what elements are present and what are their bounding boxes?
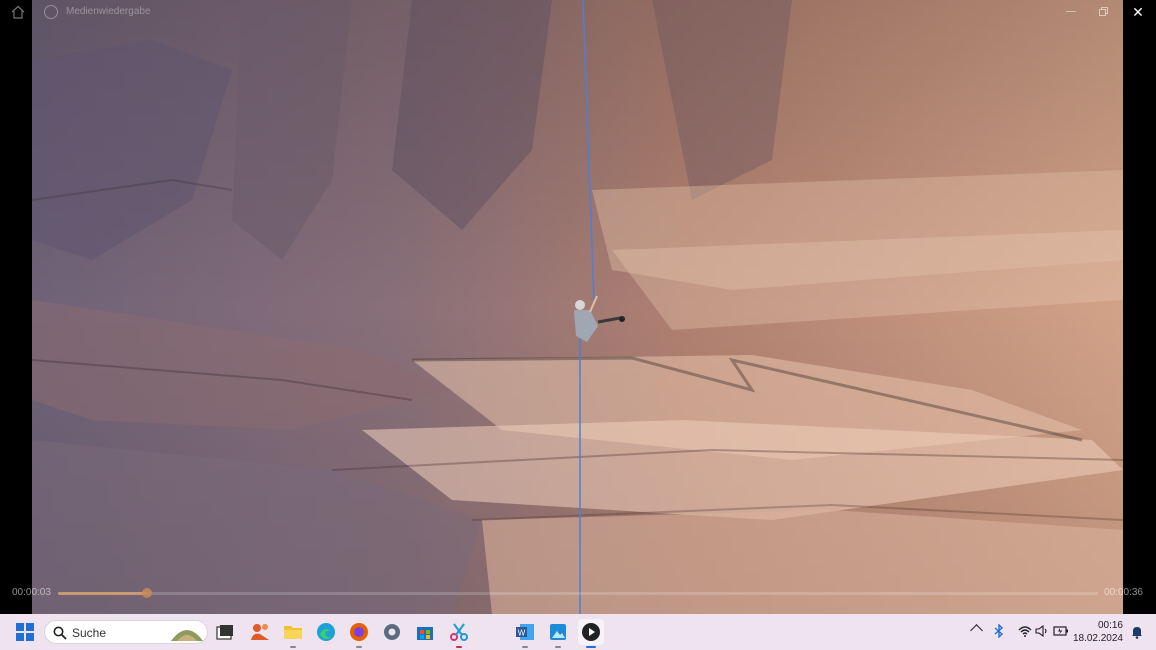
taskbar-snipping-tool[interactable] <box>446 619 472 648</box>
search-box[interactable]: Suche <box>44 620 208 644</box>
running-indicator <box>586 646 596 648</box>
windows-logo-icon <box>16 623 34 641</box>
start-button[interactable] <box>12 619 38 645</box>
seek-progress <box>58 592 147 595</box>
notification-bell-icon[interactable] <box>1130 625 1144 639</box>
home-icon[interactable] <box>10 5 26 19</box>
photos-icon <box>550 624 566 640</box>
title-bar: Medienwiedergabe ✕ <box>0 0 1156 24</box>
clock[interactable]: 00:16 18.02.2024 <box>1073 619 1123 645</box>
seek-bar[interactable] <box>58 588 1098 598</box>
clock-date: 18.02.2024 <box>1072 633 1123 644</box>
task-view-icon <box>216 625 233 640</box>
media-player-window: Medienwiedergabe ✕ 00:00:03 00:00:36 <box>0 0 1156 614</box>
running-indicator <box>522 646 528 648</box>
wifi-icon[interactable] <box>1018 625 1032 637</box>
media-player-icon <box>582 623 600 641</box>
folder-icon <box>284 626 302 639</box>
store-icon <box>417 627 433 640</box>
taskbar-edge[interactable] <box>313 619 339 645</box>
search-highlight-image <box>171 630 203 641</box>
svg-text:W: W <box>518 629 526 638</box>
taskbar-store[interactable] <box>412 619 438 645</box>
volume-icon[interactable] <box>1035 625 1049 637</box>
taskbar-task-view[interactable] <box>212 619 238 645</box>
taskbar: Suche W 00:16 18.02.2024 <box>0 614 1156 650</box>
edge-icon <box>317 623 335 641</box>
running-indicator <box>290 646 296 648</box>
window-title: Medienwiedergabe <box>66 6 151 17</box>
gear-icon <box>384 624 400 640</box>
running-indicator <box>456 646 462 648</box>
taskbar-photos[interactable] <box>545 619 571 648</box>
bluetooth-icon[interactable] <box>994 624 1004 638</box>
chevron-up-icon[interactable] <box>970 624 983 637</box>
scissors-icon <box>450 623 468 641</box>
taskbar-media-player[interactable] <box>578 619 604 648</box>
taskbar-chat[interactable] <box>247 619 273 645</box>
taskbar-firefox[interactable] <box>346 619 372 648</box>
minimize-button[interactable] <box>1066 11 1076 12</box>
restore-button[interactable] <box>1099 7 1108 16</box>
taskbar-settings[interactable] <box>379 619 405 645</box>
search-icon <box>53 626 67 640</box>
search-label: Suche <box>72 626 107 640</box>
video-frame[interactable] <box>32 0 1123 614</box>
media-player-app-icon <box>44 5 58 19</box>
total-time: 00:00:36 <box>1104 587 1143 598</box>
clock-time: 00:16 <box>1097 620 1123 631</box>
running-indicator <box>356 646 362 648</box>
elapsed-time: 00:00:03 <box>12 587 51 598</box>
battery-icon[interactable] <box>1053 625 1069 637</box>
running-indicator <box>555 646 561 648</box>
seek-thumb[interactable] <box>142 588 152 598</box>
close-button[interactable]: ✕ <box>1130 4 1146 20</box>
word-icon: W <box>516 624 534 640</box>
taskbar-word[interactable]: W <box>512 619 538 648</box>
taskbar-file-explorer[interactable] <box>280 619 306 648</box>
chat-icon <box>251 624 269 640</box>
firefox-icon <box>350 623 368 641</box>
